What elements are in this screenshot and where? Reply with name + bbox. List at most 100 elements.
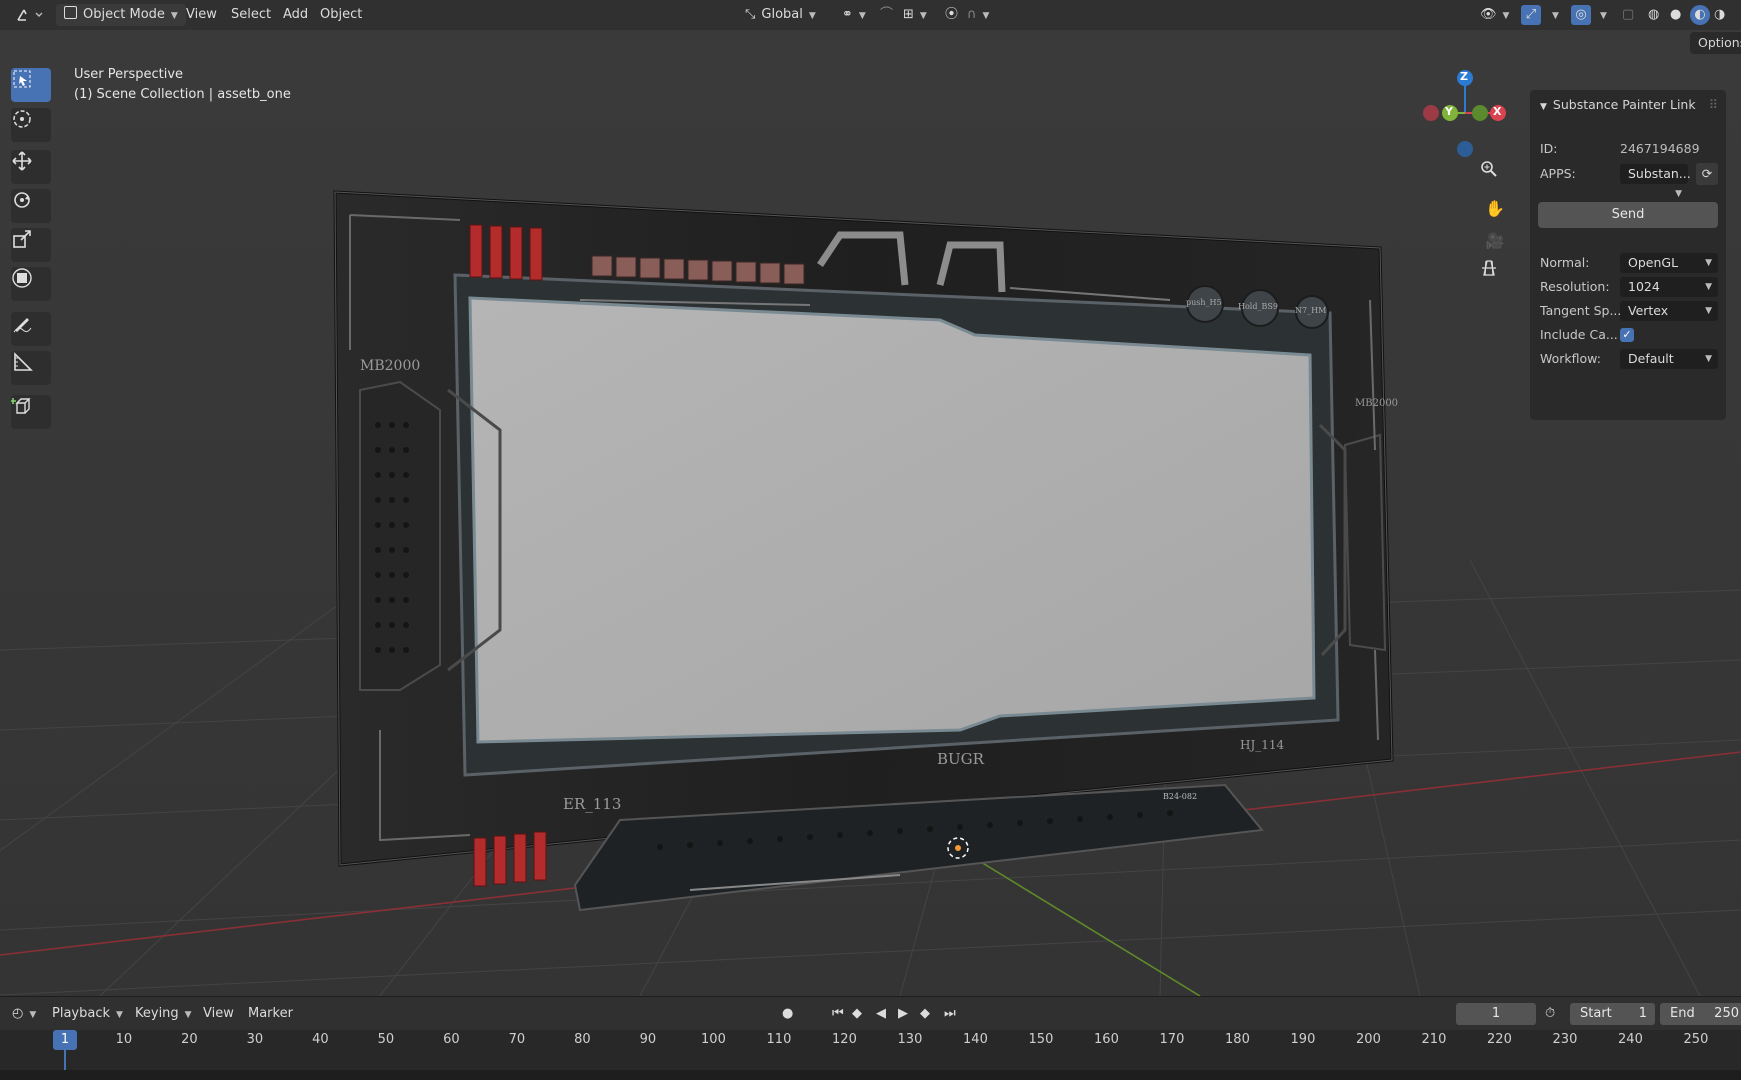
3d-viewport[interactable]: Z X Y User Perspective (1) Scene Collect… <box>0 30 1741 996</box>
current-frame-field[interactable]: 1 <box>1456 1003 1536 1025</box>
chevron-down-icon: ▼ <box>858 11 866 21</box>
editor-type-button[interactable] <box>14 4 48 26</box>
add-cube-tool[interactable] <box>11 395 51 429</box>
chevron-down-icon: ▼ <box>808 11 816 21</box>
annotate-tool[interactable] <box>11 312 51 346</box>
add-cube-icon <box>11 398 31 414</box>
jump-end-button[interactable]: ⏭ <box>944 1004 956 1024</box>
record-icon: ● <box>782 1006 794 1021</box>
record-button[interactable]: ● <box>782 1004 793 1024</box>
measure-tool[interactable] <box>11 351 51 385</box>
camera-view-button[interactable]: 🎥 <box>1480 226 1510 256</box>
normal-row: Normal: OpenGL ▼ <box>1540 252 1718 274</box>
prev-keyframe-button[interactable]: ◆ <box>852 1004 862 1024</box>
next-keyframe-button[interactable]: ◆ <box>920 1004 930 1024</box>
pan-button[interactable]: ✋ <box>1480 193 1510 223</box>
zoom-icon <box>1481 161 1497 177</box>
timeline-editor-type-button[interactable]: ◴ ▼ <box>12 1004 36 1024</box>
include-checkbox[interactable]: ✓ <box>1620 328 1634 342</box>
rotate-tool[interactable] <box>11 189 51 223</box>
snap-toggle[interactable]: ⌒ <box>880 4 893 26</box>
sci-fi-frame-model <box>333 190 1394 912</box>
snap-target-dropdown[interactable]: ⊞ ▼ <box>903 4 927 26</box>
drag-handle-icon[interactable]: ⠿ <box>1709 94 1718 116</box>
marker-menu[interactable]: Marker <box>248 1004 293 1024</box>
proportional-edit-toggle[interactable]: ⦿ <box>945 4 958 26</box>
xray-toggle[interactable]: ▢ <box>1622 4 1634 26</box>
ruler-mark-120: 120 <box>832 1032 857 1047</box>
overlays-dropdown[interactable]: ▼ <box>1594 4 1607 26</box>
perspective-toggle-button[interactable] <box>1480 259 1510 289</box>
workflow-dropdown[interactable]: Default ▼ <box>1620 349 1718 369</box>
viewport-header: Object Mode ▼ View Select Add Object ⤡ Glo… <box>0 0 1741 30</box>
shading-material[interactable]: ◐ <box>1690 5 1710 25</box>
chevron-down-icon: ▼ <box>1675 189 1682 199</box>
timeline-view-menu[interactable]: View <box>203 1004 234 1024</box>
tangent-dropdown[interactable]: Vertex ▼ <box>1620 301 1718 321</box>
options-tab[interactable]: Options <box>1690 32 1741 54</box>
grid-perspective-icon <box>1482 260 1496 276</box>
shading-rendered[interactable]: ◑ <box>1714 4 1725 26</box>
timeline-scrollbar[interactable] <box>0 1070 1741 1080</box>
view-perspective-label: User Perspective <box>74 67 184 82</box>
shading-solid[interactable]: ● <box>1670 4 1681 26</box>
material-sphere-icon: ◐ <box>1694 7 1706 22</box>
refresh-button[interactable]: ⟳ <box>1696 163 1718 185</box>
menu-select[interactable]: Select <box>231 4 271 26</box>
ruler-mark-40: 40 <box>312 1032 329 1047</box>
normal-dropdown[interactable]: OpenGL ▼ <box>1620 253 1718 273</box>
include-row: Include Ca... ✓ <box>1540 324 1718 346</box>
scale-tool[interactable] <box>11 228 51 262</box>
gizmo-x-label[interactable]: X <box>1493 105 1501 118</box>
model-label-knob1: push_H5 <box>1186 298 1222 307</box>
workflow-row: Workflow: Default ▼ <box>1540 348 1718 370</box>
ruler-mark-230: 230 <box>1552 1032 1578 1047</box>
end-frame-field[interactable]: End 250 <box>1660 1003 1741 1025</box>
chevron-down-icon: ▼ <box>1705 282 1712 292</box>
shading-wireframe[interactable]: ◍ <box>1648 4 1659 26</box>
start-frame-field[interactable]: Start 1 <box>1570 1003 1655 1025</box>
menu-add[interactable]: Add <box>283 4 308 26</box>
keying-menu[interactable]: Keying ▼ <box>135 1004 192 1024</box>
xray-icon: ▢ <box>1622 7 1635 22</box>
apps-label: APPS: <box>1540 166 1576 181</box>
play-button[interactable]: ▶ <box>898 1004 908 1024</box>
select-box-tool[interactable] <box>11 68 51 102</box>
ruler-mark-10: 10 <box>115 1032 133 1047</box>
resolution-dropdown[interactable]: 1024 ▼ <box>1620 277 1718 297</box>
move-tool[interactable] <box>11 150 51 184</box>
model-label-knob2: Hold_BS9 <box>1238 302 1278 311</box>
falloff-icon: ∩ <box>967 7 977 22</box>
gizmo-icon: ⤢ <box>1525 7 1537 22</box>
chevron-down-icon: ▼ <box>170 11 178 21</box>
panel-header[interactable]: ▼ Substance Painter Link ⠿ <box>1540 94 1718 116</box>
resolution-label: Resolution: <box>1540 279 1610 294</box>
transform-tool[interactable] <box>11 267 51 301</box>
gizmo-z-label[interactable]: Z <box>1460 70 1468 83</box>
include-label: Include Ca... <box>1540 327 1618 342</box>
ruler-mark-200: 200 <box>1356 1032 1381 1047</box>
snap-increment-icon: ⊞ <box>903 7 914 22</box>
playback-menu[interactable]: Playback ▼ <box>52 1004 123 1024</box>
orientation-dropdown[interactable]: ⤡ Global ▼ <box>745 4 816 26</box>
pivot-dropdown[interactable]: ⚭ ▼ <box>842 4 866 26</box>
timeline-ruler[interactable]: 1 10 20 30 40 50 60 70 80 90 100 110 120 130 140 150 160… <box>0 1030 1741 1080</box>
visibility-dropdown[interactable]: 👁 ▼ <box>1480 4 1509 26</box>
menu-view[interactable]: View <box>186 4 217 26</box>
gizmo-toggle[interactable]: ⤢ <box>1521 5 1541 25</box>
overlays-toggle[interactable]: ◎ <box>1571 5 1591 25</box>
gizmo-y-label[interactable]: Y <box>1445 105 1453 118</box>
menu-object[interactable]: Object <box>320 4 362 26</box>
jump-start-button[interactable]: ⏮ <box>832 1004 844 1024</box>
send-button[interactable]: Send <box>1538 202 1718 228</box>
timer-icon[interactable]: ⏱ <box>1545 1004 1555 1024</box>
mode-dropdown[interactable]: Object Mode ▼ <box>56 4 186 26</box>
apps-dropdown[interactable]: Substan... ▼ <box>1620 164 1691 199</box>
gizmo-dropdown[interactable]: ▼ <box>1546 4 1559 26</box>
falloff-dropdown[interactable]: ∩ ▼ <box>967 4 989 26</box>
play-reverse-button[interactable]: ◀ <box>876 1004 886 1024</box>
cursor-tool[interactable] <box>11 108 51 142</box>
zoom-button[interactable] <box>1480 160 1510 190</box>
chevron-down-icon: ▼ <box>1502 11 1510 21</box>
chevron-down-icon: ▼ <box>1705 354 1712 364</box>
